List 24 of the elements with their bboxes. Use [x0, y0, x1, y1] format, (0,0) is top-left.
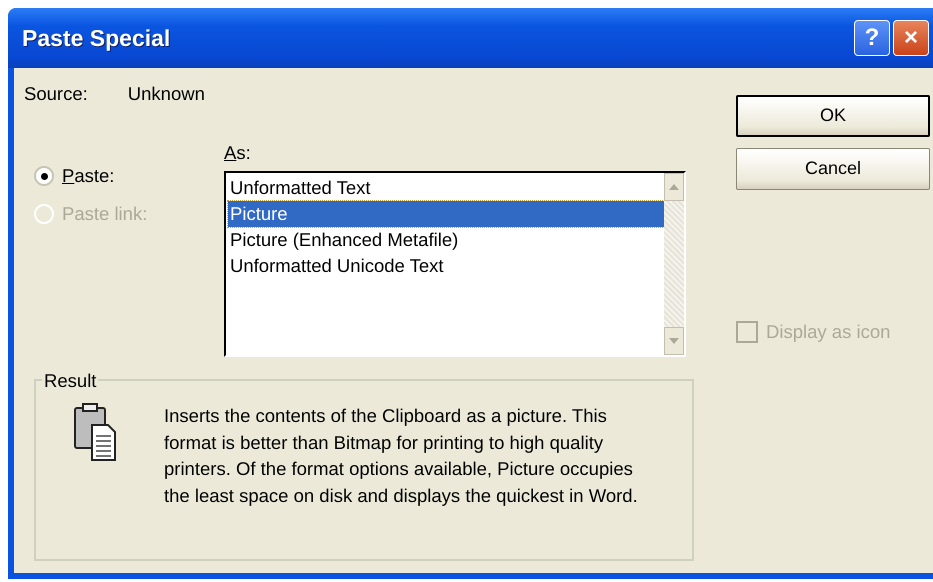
- radio-label: Paste link:: [62, 202, 148, 226]
- window-title: Paste Special: [22, 24, 172, 53]
- checkbox-label: Display as icon: [766, 320, 890, 344]
- help-button[interactable]: ?: [854, 20, 890, 56]
- as-label: As:: [224, 141, 251, 166]
- list-item[interactable]: Picture (Enhanced Metafile): [228, 227, 664, 253]
- radio-label: Paste:: [62, 164, 114, 188]
- format-list[interactable]: Unformatted Text Picture Picture (Enhanced Metafile) Unformatted Unicode Text: [224, 171, 686, 357]
- scroll-up-button[interactable]: [664, 173, 684, 201]
- up-arrow-icon: [669, 184, 679, 190]
- result-description: Inserts the contents of the Clipboard as a picture. This format is better than Bitmap for printing to high quality printers. Of the format options available, Picture occupies the least space on disk and displays the quickest in Word.: [164, 404, 639, 508]
- source-value: Unknown: [128, 82, 205, 106]
- list-item[interactable]: Unformatted Text: [228, 175, 664, 201]
- scroll-down-button[interactable]: [664, 327, 684, 355]
- dialog-button[interactable]: OK: [736, 94, 930, 136]
- close-button[interactable]: ×: [893, 20, 929, 56]
- clipboard-icon: [74, 403, 116, 461]
- list-item[interactable]: Picture: [228, 201, 664, 227]
- dialog-button[interactable]: Cancel: [736, 148, 930, 190]
- down-arrow-icon: [669, 338, 679, 344]
- source-label: Source:: [24, 82, 88, 106]
- list-item[interactable]: Unformatted Unicode Text: [228, 253, 664, 279]
- scrollbar[interactable]: [664, 173, 684, 355]
- radio-button[interactable]: [34, 166, 54, 186]
